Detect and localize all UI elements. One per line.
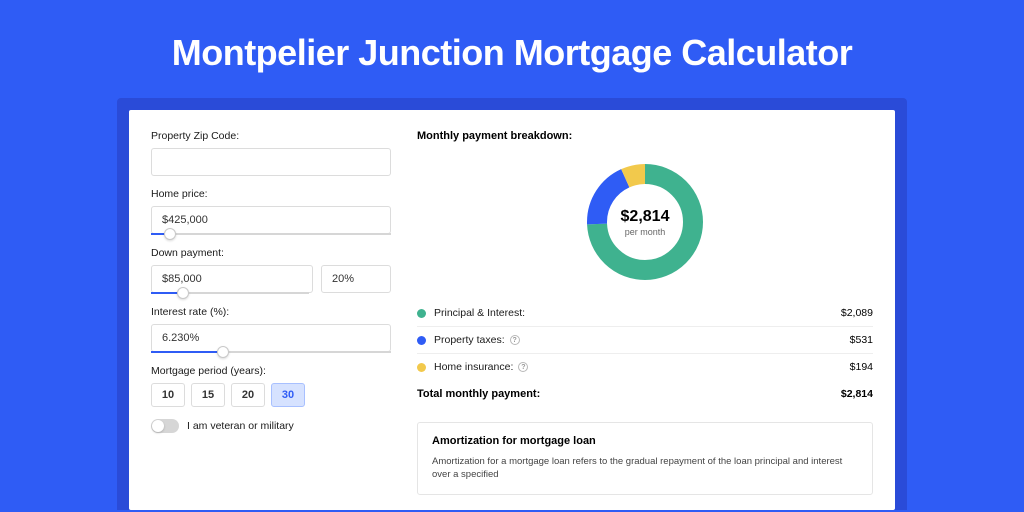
veteran-toggle-knob xyxy=(152,420,164,432)
total-row: Total monthly payment: $2,814 xyxy=(417,380,873,408)
downpay-label: Down payment: xyxy=(151,247,391,259)
donut-total: $2,814 xyxy=(621,208,670,226)
donut-wrap: $2,814 per month xyxy=(417,152,873,300)
period-label: Mortgage period (years): xyxy=(151,365,391,377)
breakdown-value: $194 xyxy=(850,361,873,373)
period-button-30[interactable]: 30 xyxy=(271,383,305,407)
downpay-slider-thumb[interactable] xyxy=(177,287,189,299)
donut-sub: per month xyxy=(625,227,666,237)
page-title: Montpelier Junction Mortgage Calculator xyxy=(0,0,1024,98)
amortization-card: Amortization for mortgage loan Amortizat… xyxy=(417,422,873,495)
breakdown-value: $531 xyxy=(850,334,873,346)
rate-input[interactable] xyxy=(151,324,391,352)
downpay-pct-input[interactable] xyxy=(321,265,391,293)
breakdown-label: Home insurance:? xyxy=(434,361,528,373)
veteran-row: I am veteran or military xyxy=(151,419,391,433)
total-label: Total monthly payment: xyxy=(417,388,540,400)
info-icon[interactable]: ? xyxy=(510,335,520,345)
homeprice-input[interactable] xyxy=(151,206,391,234)
period-button-20[interactable]: 20 xyxy=(231,383,265,407)
breakdown-row: Principal & Interest: $2,089 xyxy=(417,300,873,327)
downpay-slider[interactable] xyxy=(151,292,309,294)
zip-field: Property Zip Code: xyxy=(151,130,391,176)
legend-dot xyxy=(417,336,426,345)
info-icon[interactable]: ? xyxy=(518,362,528,372)
period-button-10[interactable]: 10 xyxy=(151,383,185,407)
rate-slider[interactable] xyxy=(151,351,391,353)
zip-label: Property Zip Code: xyxy=(151,130,391,142)
breakdown-row: Property taxes:? $531 xyxy=(417,327,873,354)
donut-center: $2,814 per month xyxy=(581,158,709,286)
downpay-field: Down payment: xyxy=(151,247,391,294)
rate-slider-fill xyxy=(151,351,223,353)
total-value: $2,814 xyxy=(841,388,873,400)
amortization-text: Amortization for a mortgage loan refers … xyxy=(432,455,858,482)
homeprice-label: Home price: xyxy=(151,188,391,200)
period-button-15[interactable]: 15 xyxy=(191,383,225,407)
calculator-card: Property Zip Code: Home price: Down paym… xyxy=(129,110,895,510)
zip-input[interactable] xyxy=(151,148,391,176)
legend-dot xyxy=(417,363,426,372)
rate-field: Interest rate (%): xyxy=(151,306,391,353)
legend-dot xyxy=(417,309,426,318)
rate-label: Interest rate (%): xyxy=(151,306,391,318)
period-buttons: 10152030 xyxy=(151,383,391,407)
rate-slider-thumb[interactable] xyxy=(217,346,229,358)
veteran-toggle[interactable] xyxy=(151,419,179,433)
card-frame: Property Zip Code: Home price: Down paym… xyxy=(117,98,907,510)
form-column: Property Zip Code: Home price: Down paym… xyxy=(151,130,391,510)
breakdown-row: Home insurance:? $194 xyxy=(417,354,873,380)
donut-chart: $2,814 per month xyxy=(581,158,709,286)
downpay-input[interactable] xyxy=(151,265,313,293)
breakdown-label: Property taxes:? xyxy=(434,334,520,346)
period-field: Mortgage period (years): 10152030 xyxy=(151,365,391,407)
breakdown-column: Monthly payment breakdown: $2,814 per mo… xyxy=(417,130,873,510)
breakdown-list: Principal & Interest: $2,089 Property taxe… xyxy=(417,300,873,380)
homeprice-slider-thumb[interactable] xyxy=(164,228,176,240)
breakdown-value: $2,089 xyxy=(841,307,873,319)
amortization-title: Amortization for mortgage loan xyxy=(432,435,858,447)
homeprice-field: Home price: xyxy=(151,188,391,235)
breakdown-label: Principal & Interest: xyxy=(434,307,525,319)
breakdown-title: Monthly payment breakdown: xyxy=(417,130,873,142)
veteran-label: I am veteran or military xyxy=(187,420,294,432)
homeprice-slider[interactable] xyxy=(151,233,391,235)
